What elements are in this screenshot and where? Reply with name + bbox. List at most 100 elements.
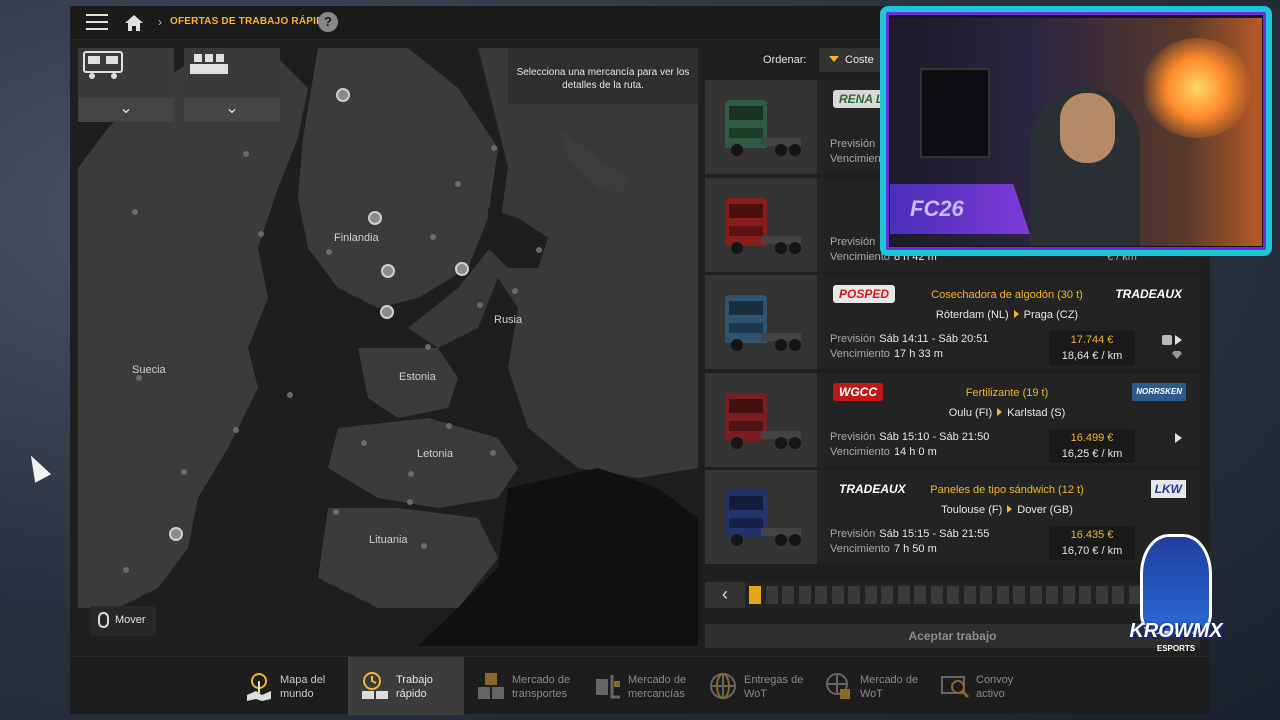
breadcrumb-arrow-icon: › (158, 15, 162, 29)
mascot-icon (1140, 534, 1212, 634)
forecast-label: Previsión (830, 138, 876, 150)
tab-label: Mercado de transportes (512, 674, 571, 700)
chevron-down-icon[interactable]: ⌄ (78, 98, 174, 122)
weight-icon (1162, 335, 1172, 345)
page-indicator[interactable] (1095, 586, 1108, 604)
client-logo: TRADEAUX (1115, 287, 1182, 301)
page-indicator[interactable] (881, 586, 893, 604)
page-indicator[interactable] (1046, 586, 1058, 604)
truck-filter[interactable]: ⌄ (78, 48, 174, 122)
map-land (78, 48, 698, 646)
page-indicator[interactable] (749, 586, 761, 604)
city-marker (407, 499, 413, 505)
client-logo: LKW (1150, 480, 1186, 498)
truck-icon (83, 51, 123, 79)
route: Oulu (FI) Karlstad (S) (948, 406, 1066, 419)
page-indicator[interactable] (1013, 586, 1025, 604)
mouse-icon (98, 612, 109, 628)
city-label: Lituania (369, 534, 408, 546)
price: 17.744 € (1070, 334, 1114, 346)
expiry-label: Vencimiento 7 h 50 m (830, 543, 937, 555)
city-marker (408, 471, 414, 477)
city-marker (455, 181, 461, 187)
tab-cargo-market[interactable]: Mercado de mercancías (580, 657, 696, 715)
truck-thumbnail (705, 470, 817, 564)
truck-thumbnail (705, 80, 817, 174)
chevron-right-icon[interactable] (1175, 335, 1182, 345)
tab-wot-market[interactable]: Mercado de WoT (812, 657, 928, 715)
page-indicator[interactable] (864, 586, 877, 604)
tab-label: Trabajo rápido (396, 674, 433, 700)
accept-job-button[interactable]: Aceptar trabajo (705, 624, 1200, 648)
page-indicator[interactable] (1029, 586, 1042, 604)
tab-active-convoy[interactable]: Convoy activo (928, 657, 1044, 715)
price: 16.499 € (1070, 431, 1114, 444)
cargo-name: Cosechadora de algodón (30 t) (931, 289, 1083, 301)
brand-name: KROWMX (1129, 620, 1223, 642)
brand-sub: ESPORTS (1156, 644, 1196, 653)
tab-label: Entregas de WoT (744, 674, 804, 700)
page-indicator[interactable] (980, 586, 992, 604)
city-label: Estonia (399, 371, 436, 383)
page-indicator[interactable] (782, 586, 794, 604)
rate: 16,25 € / km (1061, 447, 1123, 460)
tab-world-map[interactable]: Mapa del mundo (232, 657, 348, 715)
rate: 16,70 € / km (1061, 545, 1123, 557)
tab-wot-deliveries[interactable]: Entregas de WoT (696, 657, 812, 715)
truck-thumbnail (705, 275, 817, 369)
city-marker (361, 440, 367, 446)
job-offer[interactable]: WGCC Fertilizante (19 t) Oulu (FI) Karlst… (705, 372, 1200, 467)
cargo-filter[interactable]: ⌄ (184, 48, 280, 122)
page-indicator[interactable] (815, 586, 827, 604)
tab-label: Mercado de mercancías (628, 674, 687, 700)
city-marker (477, 302, 483, 308)
city-marker (336, 88, 350, 102)
page-indicator[interactable] (897, 586, 910, 604)
page-indicator[interactable] (996, 586, 1009, 604)
city-marker (421, 543, 427, 549)
job-offer[interactable]: TRADEAUX Paneles de tipo sándwich (12 t)… (705, 470, 1200, 564)
page-indicator[interactable] (930, 586, 943, 604)
menu-icon[interactable] (86, 14, 108, 32)
gem-icon (1172, 351, 1182, 359)
dropdown-icon (829, 56, 839, 62)
client-logo: NORRSKEN (1132, 382, 1186, 401)
city-marker (333, 509, 339, 515)
page-indicator[interactable] (765, 586, 778, 604)
expiry-label: Vencimiento 17 h 33 m (830, 348, 943, 360)
job-offer[interactable]: POSPED Cosechadora de algodón (30 t) Rót… (705, 275, 1200, 369)
page-indicator[interactable] (1079, 586, 1091, 604)
page-indicator[interactable] (1112, 586, 1124, 604)
city-marker (490, 450, 496, 456)
page-indicator[interactable] (1062, 586, 1075, 604)
route-hint: Selecciona una mercancía para ver los de… (508, 48, 698, 104)
page-indicator[interactable] (914, 586, 926, 604)
city-marker (181, 469, 187, 475)
chevron-left-icon[interactable]: ‹ (705, 582, 745, 608)
sort-label: Ordenar: (763, 54, 807, 66)
city-marker (243, 151, 249, 157)
route: Toulouse (F) Dover (GB) (941, 504, 1073, 516)
help-button[interactable]: ? (318, 12, 338, 32)
world-map[interactable]: Finlandia Rusia Suecia Estonia Letonia L… (78, 48, 698, 646)
price-box: 16.435 € 16,70 € / km (1049, 526, 1135, 560)
chevron-right-icon[interactable] (1175, 432, 1182, 443)
chevron-down-icon[interactable]: ⌄ (184, 98, 280, 122)
city-marker (381, 264, 395, 278)
expiry-label: Vencimiento 14 h 0 m (830, 445, 937, 458)
city-label: Suecia (132, 364, 166, 376)
page-indicator[interactable] (831, 586, 844, 604)
page-indicator[interactable] (798, 586, 811, 604)
city-label: Rusia (494, 314, 523, 326)
page-indicator[interactable] (963, 586, 976, 604)
sort-value: Coste (845, 54, 874, 66)
city-marker (455, 262, 469, 276)
tab-quick-job[interactable]: Trabajo rápido (348, 657, 464, 715)
page-indicator[interactable] (947, 586, 959, 604)
city-label: Finlandia (334, 232, 379, 244)
home-icon[interactable] (124, 14, 144, 32)
globe-box-icon (826, 673, 850, 699)
page-indicator[interactable] (848, 586, 860, 604)
tab-freight-market[interactable]: Mercado de transportes (464, 657, 580, 715)
tab-label: Mercado de WoT (860, 674, 919, 700)
